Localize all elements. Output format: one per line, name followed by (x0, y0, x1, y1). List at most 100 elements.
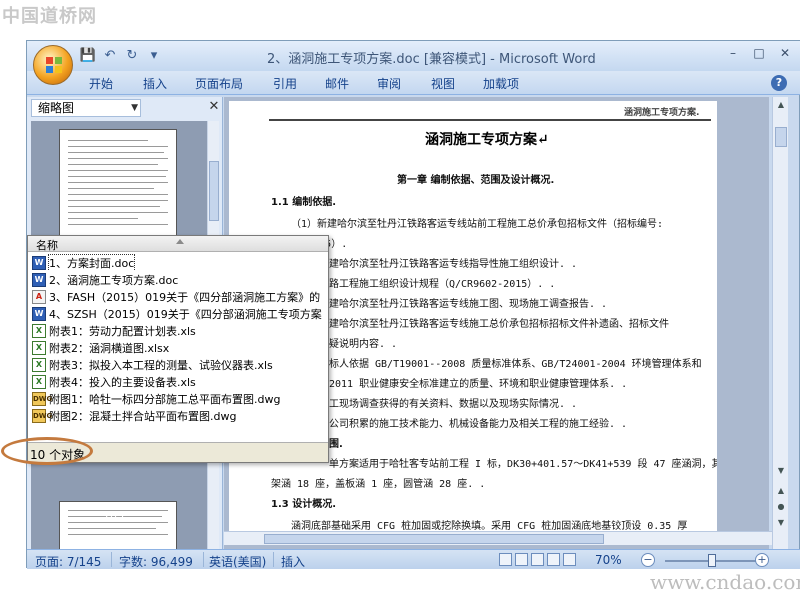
body-line: 标人依据 GB/T19001--2008 质量标准体系、GB/T24001-20… (329, 359, 702, 370)
file-item[interactable]: A 3、FASH（2015）019关于《四分部涵洞施工方案》的 (32, 288, 328, 305)
select-browse-object-icon[interactable]: ● (775, 501, 787, 513)
redo-icon[interactable]: ↻ (123, 47, 141, 65)
file-name: 2、涵洞施工专项方案.doc (49, 273, 179, 287)
maximize-button[interactable]: □ (751, 45, 767, 61)
file-item[interactable]: W 4、SZSH（2015）019关于《四分部涵洞施工专项方案 (32, 305, 328, 322)
tab-home[interactable]: 开始 (89, 75, 113, 92)
body-line: 2011 职业健康安全标准建立的质量、环境和职业健康管理体系. . (329, 379, 628, 390)
close-button[interactable]: ✕ (777, 45, 793, 61)
print-layout-icon[interactable] (499, 553, 512, 566)
scroll-up-icon[interactable]: ▲ (775, 99, 787, 111)
tab-view[interactable]: 视图 (431, 75, 455, 92)
minimize-button[interactable]: – (725, 45, 741, 61)
outline-icon[interactable] (547, 553, 560, 566)
tab-page-layout[interactable]: 页面布局 (195, 75, 243, 92)
file-name: 4、SZSH（2015）019关于《四分部涵洞施工专项方案 (49, 307, 322, 321)
save-icon[interactable]: 💾 (79, 47, 97, 65)
document-vertical-scrollbar[interactable]: ▲ ▼ ▲ ● ▼ (772, 97, 788, 549)
previous-page-icon[interactable]: ▲ (775, 485, 787, 497)
view-select-label: 缩略图 (38, 101, 75, 115)
file-list-popup: 名称 W 1、方案封面.doc W 2、涵洞施工专项方案.doc A 3、FAS… (27, 235, 329, 463)
name-column-header[interactable]: 名称 (36, 237, 58, 253)
thumbnail-page-number: 103 (103, 509, 124, 522)
tab-review[interactable]: 审阅 (377, 75, 401, 92)
file-name: 附图1：哈牡一标四分部施工总平面布置图.dwg (49, 392, 281, 406)
undo-icon[interactable]: ↶ (101, 47, 119, 65)
file-name: 附表2：涵洞横道图.xlsx (49, 341, 170, 355)
body-line: 工现场调查获得的有关资料、数据以及现场实际情况. . (329, 399, 578, 410)
file-item[interactable]: X 附表2：涵洞横道图.xlsx (32, 339, 328, 356)
file-list-header: 名称 (28, 236, 328, 252)
ribbon-tabs: 开始 插入 页面布局 引用 邮件 审阅 视图 加载项 ? (27, 71, 800, 95)
body-line: 疑说明内容. . (329, 339, 398, 350)
body-line: 建哈尔滨至牡丹江铁路客运专线施工图、现场施工调查报告. . (329, 299, 608, 310)
file-item[interactable]: DWG 附图1：哈牡一标四分部施工总平面布置图.dwg (32, 390, 328, 407)
section-heading: 1.3 设计概况. (271, 499, 336, 510)
file-item[interactable]: X 附表1：劳动力配置计划表.xls (32, 322, 328, 339)
word-count[interactable]: 字数: 96,499 (119, 553, 193, 570)
file-item[interactable]: W 1、方案封面.doc (32, 254, 328, 271)
excel-file-icon: X (32, 323, 46, 338)
file-item[interactable]: X 附表4：投入的主要设备表.xls (32, 373, 328, 390)
file-name: 1、方案封面.doc (47, 254, 136, 271)
file-item[interactable]: W 2、涵洞施工专项方案.doc (32, 271, 328, 288)
document-title: 涵洞施工专项方案↵ (425, 132, 549, 148)
dwg-file-icon: DWG (32, 391, 52, 406)
chevron-down-icon: ▼ (131, 103, 138, 113)
highlight-circle (1, 437, 93, 465)
section-heading: 围. (329, 439, 343, 450)
watermark-top: 中国道桥网 (2, 6, 97, 27)
body-line: 架涵 18 座，盖板涵 1 座，圆管涵 28 座. . (271, 479, 486, 490)
scroll-down-icon[interactable]: ▼ (775, 465, 787, 477)
zoom-slider-knob[interactable] (708, 554, 716, 567)
language-indicator[interactable]: 英语(美国) (209, 553, 266, 570)
file-name: 附表3：拟投入本工程的测量、试验仪器表.xls (49, 358, 273, 372)
full-screen-reading-icon[interactable] (515, 553, 528, 566)
tab-references[interactable]: 引用 (273, 75, 297, 92)
web-layout-icon[interactable] (531, 553, 544, 566)
body-line: 路工程施工组织设计规程（Q/CR9602-2015）. . (329, 279, 556, 290)
excel-file-icon: X (32, 374, 46, 389)
file-name: 附表1：劳动力配置计划表.xls (49, 324, 196, 338)
section-heading: 1.1 编制依据. (271, 197, 336, 208)
document-horizontal-scrollbar[interactable] (224, 531, 772, 545)
page-count[interactable]: 页面: 7/145 (35, 553, 101, 570)
insert-mode[interactable]: 插入 (281, 553, 305, 570)
body-line: 建哈尔滨至牡丹江铁路客运专线指导性施工组织设计. . (329, 259, 578, 270)
scroll-thumb[interactable] (775, 127, 787, 147)
body-line: 单方案适用于哈牡客专站前工程 I 标，DK30+401.57～DK41+539 … (329, 459, 717, 470)
word-file-icon: W (32, 306, 46, 321)
title-bar: 💾 ↶ ↻ ▾ 2、涵洞施工专项方案.doc [兼容模式] - Microsof… (27, 41, 800, 71)
excel-file-icon: X (32, 340, 46, 355)
tab-mailings[interactable]: 邮件 (325, 75, 349, 92)
tab-insert[interactable]: 插入 (143, 75, 167, 92)
zoom-in-icon[interactable]: + (755, 553, 769, 567)
header-rule (269, 119, 711, 121)
page-header-text: 涵洞施工专项方案. (624, 108, 700, 118)
window-controls: – □ ✕ (725, 45, 793, 61)
file-name: 附表4：投入的主要设备表.xls (49, 375, 196, 389)
thumbnail-pane-header: 缩略图 ▼ ✕ (31, 99, 219, 117)
sort-ascending-icon (176, 239, 184, 244)
office-logo-icon (46, 57, 62, 73)
zoom-level[interactable]: 70% (595, 553, 622, 567)
body-line: 建哈尔滨至牡丹江铁路客运专线施工总价承包招标招标文件补遗函、招标文件 (329, 319, 669, 330)
chapter-heading: 第一章 编制依据、范围及设计概况. (397, 175, 555, 186)
qat-customize-icon[interactable]: ▾ (145, 47, 163, 65)
view-select[interactable]: 缩略图 ▼ (31, 99, 141, 117)
body-line: （1）新建哈尔滨至牡丹江铁路客运专线站前工程施工总价承包招标文件（招标编号: (291, 219, 664, 230)
draft-icon[interactable] (563, 553, 576, 566)
next-page-icon[interactable]: ▼ (775, 517, 787, 529)
office-button[interactable] (33, 45, 73, 85)
status-bar: 页面: 7/145 字数: 96,499 英语(美国) 插入 70% − + (27, 549, 800, 569)
file-item[interactable]: X 附表3：拟投入本工程的测量、试验仪器表.xls (32, 356, 328, 373)
body-line: 公司积累的施工技术能力、机械设备能力及相关工程的施工经验. . (329, 419, 628, 430)
excel-file-icon: X (32, 357, 46, 372)
word-file-icon: W (32, 272, 46, 287)
file-item[interactable]: DWG 附图2：混凝土拌合站平面布置图.dwg (32, 407, 328, 424)
help-icon[interactable]: ? (771, 75, 787, 91)
zoom-out-icon[interactable]: − (641, 553, 655, 567)
pane-close-icon[interactable]: ✕ (207, 99, 221, 115)
word-file-icon: W (32, 255, 46, 270)
tab-addins[interactable]: 加载项 (483, 75, 519, 92)
